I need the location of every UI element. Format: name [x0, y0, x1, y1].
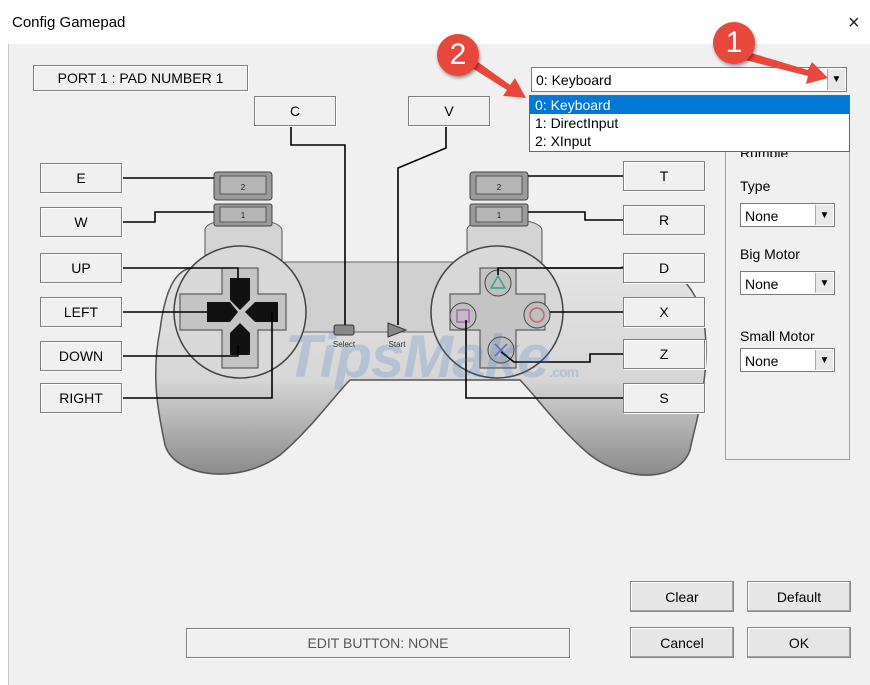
arrow-icon: [472, 62, 526, 98]
arrow-icon: [745, 52, 828, 84]
annotation-arrows: [472, 52, 828, 98]
annotation-badge-1: 1: [713, 22, 755, 64]
annotation-badge-2: 2: [437, 34, 479, 76]
